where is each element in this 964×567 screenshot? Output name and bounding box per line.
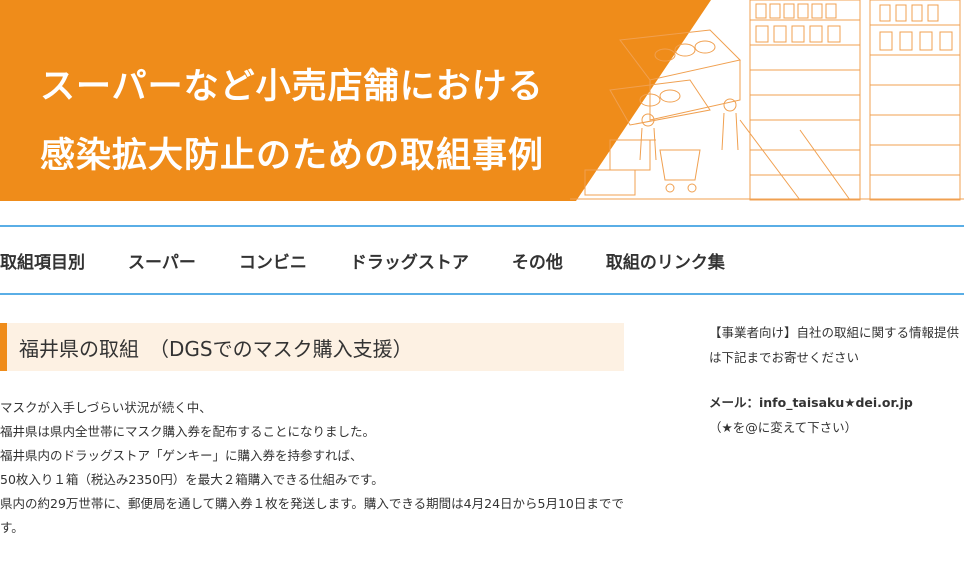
nav-divider-bottom	[0, 293, 964, 295]
banner-title-line2: 感染拡大防止のための取組事例	[40, 135, 545, 176]
sidebar-mail[interactable]: メール：info_taisaku★dei.or.jp	[709, 390, 959, 415]
section-heading-text: 福井県の取組 （DGSでのマスク購入支援）	[19, 336, 413, 361]
article-body: マスクが入手しづらい状況が続く中、 福井県は県内全世帯にマスク購入券を配布するこ…	[0, 396, 624, 540]
sidebar: 【事業者向け】自社の取組に関する情報提供は下記までお寄せください メール：inf…	[709, 320, 959, 440]
article-paragraph: 福井県は県内全世帯にマスク購入券を配布することになりました。	[0, 424, 376, 439]
article-paragraph: 福井県内のドラッグストア「ゲンキー」に購入券を持参すれば、	[0, 448, 363, 463]
nav-item-convenience[interactable]: コンビニ	[239, 248, 307, 273]
article-paragraph: マスクが入手しづらい状況が続く中、	[0, 400, 212, 415]
banner-title-line1: スーパーなど小売店舗における	[40, 66, 544, 107]
main-nav: 取組項目別 スーパー コンビニ ドラッグストア その他 取組のリンク集	[0, 227, 768, 293]
nav-item-by-category[interactable]: 取組項目別	[0, 248, 85, 273]
store-illustration	[570, 0, 964, 201]
nav-item-supermarket[interactable]: スーパー	[128, 248, 196, 273]
article-paragraph: 50枚入り１箱（税込み2350円）を最大２箱購入できる仕組みです。	[0, 472, 384, 487]
article-paragraph: 県内の約29万世帯に、郵便局を通して購入券１枚を発送します。購入できる期間は4月…	[0, 496, 624, 535]
nav-item-links[interactable]: 取組のリンク集	[606, 248, 725, 273]
section-heading: 福井県の取組 （DGSでのマスク購入支援）	[0, 323, 624, 371]
sidebar-info-text: 【事業者向け】自社の取組に関する情報提供は下記までお寄せください	[709, 325, 960, 365]
header-banner: スーパーなど小売店舗における 感染拡大防止のための取組事例	[0, 0, 964, 201]
nav-item-drugstore[interactable]: ドラッグストア	[350, 248, 469, 273]
nav-item-other[interactable]: その他	[512, 248, 563, 273]
sidebar-mail-note: （★を@に変えて下さい）	[709, 420, 858, 435]
